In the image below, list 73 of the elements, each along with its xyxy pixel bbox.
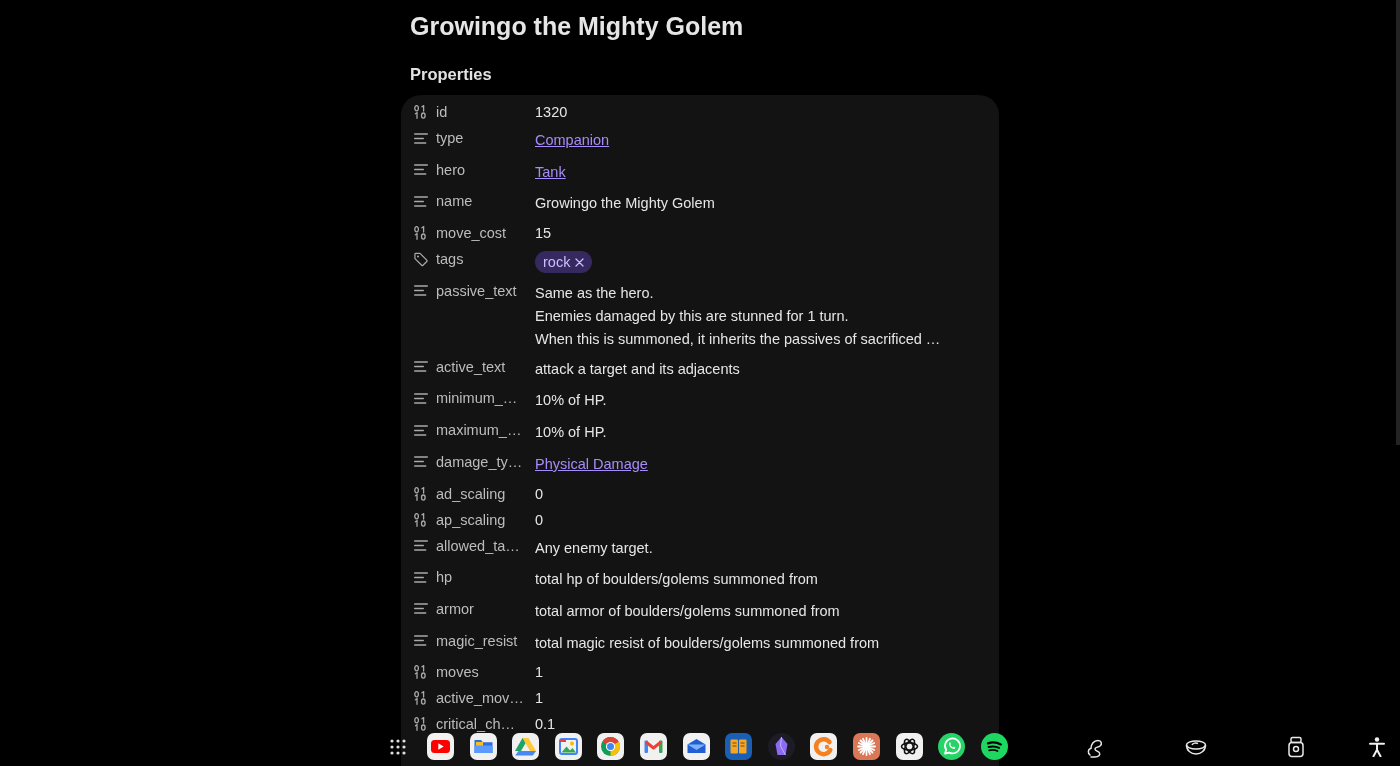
digits-icon xyxy=(414,486,426,501)
property-label: armor xyxy=(436,599,475,618)
link[interactable]: Tank xyxy=(535,160,566,184)
text-lines-icon xyxy=(414,164,428,176)
text-lines-icon xyxy=(414,285,428,297)
property-label: active_mov… xyxy=(436,690,525,707)
digits-icon xyxy=(414,105,426,119)
property-label: magic_resist xyxy=(436,631,519,650)
digits-icon xyxy=(414,691,426,706)
digits-icon xyxy=(414,512,426,527)
text-lines-icon xyxy=(414,132,428,144)
property-label: tags xyxy=(436,250,465,269)
property-value: Same as the hero. Enemies damaged by this are stunned for 1 turn. When this is summoned, it inherits the passives of sacrificed … xyxy=(535,283,941,349)
property-label: damage_ty… xyxy=(436,452,524,471)
property-value: attack a target and its adjacents xyxy=(535,359,740,379)
link[interactable]: Companion xyxy=(535,129,610,152)
property-label: active_text xyxy=(436,357,507,376)
property-value: Any enemy target. xyxy=(535,538,653,558)
property-label: maximum_… xyxy=(436,421,523,440)
property-value: total armor of boulders/golems summoned from xyxy=(535,601,840,621)
scrollbar-thumb[interactable] xyxy=(1396,0,1400,445)
text-lines-icon xyxy=(414,540,428,551)
property-label: moves xyxy=(436,664,480,681)
property-value: 1320 xyxy=(535,104,568,120)
phone-bubble-icon[interactable] xyxy=(938,733,966,760)
page-title: Growingo the Mighty Golem xyxy=(410,11,745,42)
app-grid-icon[interactable] xyxy=(390,738,406,755)
property-label: ad_scaling xyxy=(436,485,507,502)
property-label: ap_scaling xyxy=(436,511,507,528)
close-icon[interactable] xyxy=(575,257,585,267)
crystal-icon[interactable] xyxy=(767,733,795,760)
property-value: 0 xyxy=(535,485,544,502)
tag-label: rock xyxy=(543,254,571,271)
property-value: 0 xyxy=(535,511,544,528)
property-value: 10% of HP. xyxy=(535,391,607,411)
property-label: critical_ch… xyxy=(436,716,516,733)
digits-icon xyxy=(414,226,426,241)
text-lines-icon xyxy=(414,361,428,373)
property-value: 1 xyxy=(535,690,544,707)
text-lines-icon xyxy=(414,195,428,207)
property-label: type xyxy=(436,129,465,147)
text-lines-icon xyxy=(414,571,428,583)
property-label: minimum_… xyxy=(436,389,519,408)
property-label: name xyxy=(436,192,474,211)
property-value: Growingo the Mighty Golem xyxy=(535,194,715,214)
text-lines-icon xyxy=(414,603,428,615)
text-lines-icon xyxy=(414,635,428,647)
video-play-icon[interactable] xyxy=(427,733,454,760)
property-value: 0.1 xyxy=(535,716,556,733)
text-lines-icon xyxy=(414,392,428,404)
text-lines-icon xyxy=(414,424,428,436)
property-value: total hp of boulders/golems summoned from xyxy=(535,570,818,590)
digits-icon xyxy=(414,665,426,680)
property-value: 10% of HP. xyxy=(535,423,607,443)
property-label: passive_text xyxy=(436,281,518,300)
sound-waves-icon[interactable] xyxy=(980,733,1008,760)
ring-icon[interactable] xyxy=(597,733,625,760)
section-heading: Properties xyxy=(410,64,493,84)
link[interactable]: Physical Damage xyxy=(535,452,648,476)
property-value: total magic resist of boulders/golems summoned from xyxy=(535,633,880,653)
property-label: move_cost xyxy=(436,225,508,242)
text-lines-icon xyxy=(414,456,428,468)
property-label: hp xyxy=(436,568,454,587)
property-label: id xyxy=(436,104,449,120)
property-label: allowed_ta… xyxy=(436,536,521,555)
digits-icon xyxy=(414,717,426,732)
property-label: hero xyxy=(436,160,467,179)
tag-icon xyxy=(414,251,428,267)
property-value: 1 xyxy=(535,664,544,681)
book-icon[interactable] xyxy=(725,733,753,760)
crescent-icon[interactable] xyxy=(810,733,838,760)
property-value: 15 xyxy=(535,225,552,242)
accessibility-icon[interactable] xyxy=(1368,736,1385,757)
